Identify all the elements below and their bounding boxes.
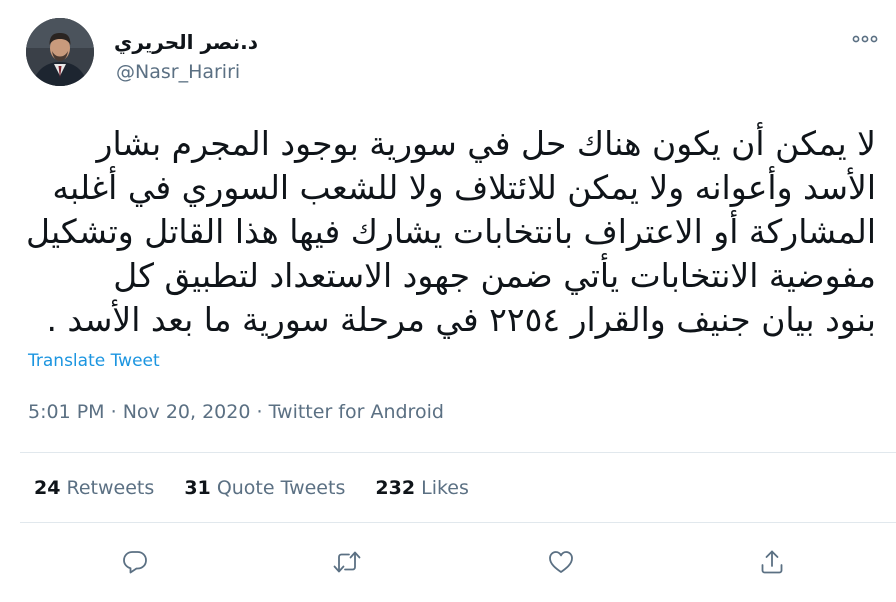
retweets-label: Retweets xyxy=(66,477,155,499)
tweet-text-line: لا يمكن أن يكون هناك حل في سورية بوجود ا… xyxy=(96,124,876,163)
likes-count: 232 xyxy=(375,477,416,499)
meta-separator: · xyxy=(110,401,117,423)
retweets-count: 24 xyxy=(34,477,61,499)
more-dots-icon xyxy=(852,35,878,43)
translate-tweet-link[interactable]: Translate Tweet xyxy=(28,350,160,372)
meta-separator: · xyxy=(256,401,263,423)
retweet-button[interactable] xyxy=(327,542,367,582)
more-options-button[interactable] xyxy=(848,22,882,56)
like-button[interactable] xyxy=(541,542,581,582)
tweet-source[interactable]: Twitter for Android xyxy=(269,401,444,423)
tweet-detail: د.نصر الحريري @Nasr_Hariri لا يمكن أن يك… xyxy=(0,0,896,602)
tweet-text-line: المشاركة أو الاعتراف بانتخابات يشارك فيه… xyxy=(25,212,876,251)
quote-tweets-label: Quote Tweets xyxy=(216,477,346,499)
avatar-portrait xyxy=(26,18,94,86)
share-upload-icon xyxy=(761,550,783,574)
likes-label: Likes xyxy=(421,477,469,499)
share-button[interactable] xyxy=(752,542,792,582)
tweet-text-line: مفوضية الانتخابات يأتي ضمن جهود الاستعدا… xyxy=(113,256,876,295)
retweet-arrows-icon xyxy=(333,551,361,573)
tweet-date[interactable]: Nov 20, 2020 xyxy=(123,401,251,423)
author-handle[interactable]: @Nasr_Hariri xyxy=(116,60,240,84)
divider xyxy=(20,522,896,523)
reply-button[interactable] xyxy=(115,542,155,582)
tweet-time[interactable]: 5:01 PM xyxy=(28,401,105,423)
tweet-stats: 24 Retweets 31 Quote Tweets 232 Likes xyxy=(34,476,493,500)
heart-icon xyxy=(549,551,573,573)
tweet-text-line: الأسد وأعوانه ولا يمكن للائتلاف ولا للشع… xyxy=(52,168,876,207)
divider xyxy=(20,452,896,453)
likes-stat[interactable]: 232 Likes xyxy=(375,476,469,500)
tweet-actions xyxy=(0,540,896,584)
quote-tweets-stat[interactable]: 31 Quote Tweets xyxy=(184,476,345,500)
tweet-metadata: 5:01 PM · Nov 20, 2020 · Twitter for And… xyxy=(28,400,444,424)
retweets-stat[interactable]: 24 Retweets xyxy=(34,476,154,500)
avatar[interactable] xyxy=(26,18,94,86)
quote-tweets-count: 31 xyxy=(184,477,211,499)
tweet-text: لا يمكن أن يكون هناك حل في سورية بوجود ا… xyxy=(24,122,876,342)
tweet-text-line: بنود بيان جنيف والقرار ٢٢٥٤ في مرحلة سور… xyxy=(46,300,876,339)
reply-bubble-icon xyxy=(123,551,147,574)
author-display-name[interactable]: د.نصر الحريري xyxy=(114,30,264,54)
